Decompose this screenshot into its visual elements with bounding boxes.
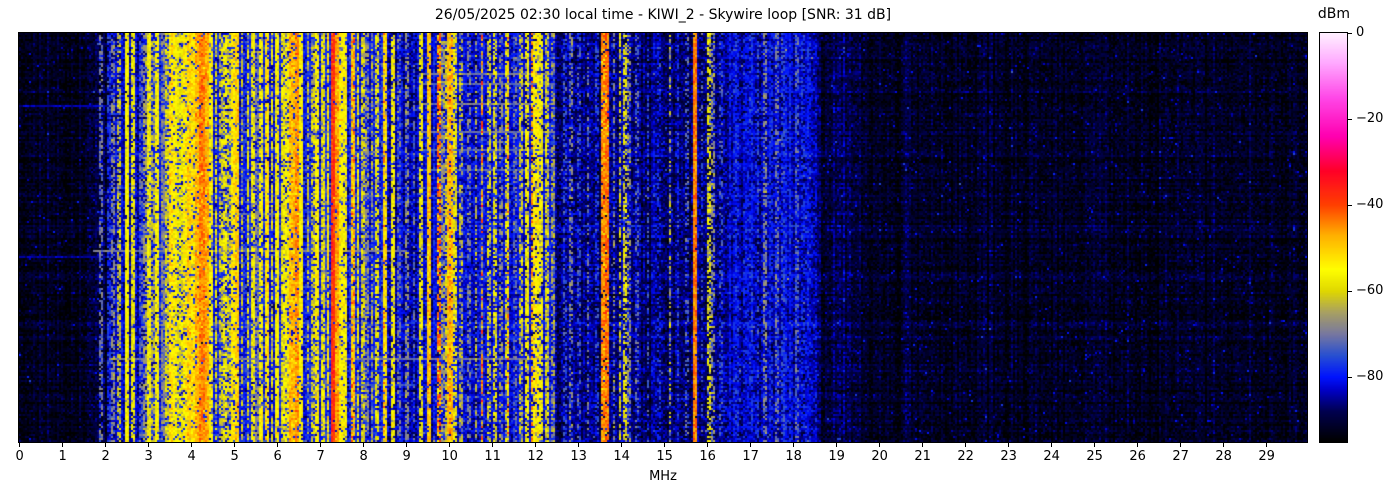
colorbar-tick-label: −60: [1356, 283, 1400, 298]
x-axis-label: MHz: [613, 469, 713, 484]
x-tick-label: 12: [519, 449, 553, 464]
x-tick-mark: [621, 442, 622, 447]
x-tick-label: 28: [1207, 449, 1241, 464]
x-tick-label: 9: [390, 449, 424, 464]
x-tick-mark: [406, 442, 407, 447]
x-tick-label: 2: [89, 449, 123, 464]
x-tick-label: 10: [433, 449, 467, 464]
colorbar-tick-label: −40: [1356, 197, 1400, 212]
x-tick-mark: [1223, 442, 1224, 447]
colorbar-tick-mark: [1347, 291, 1352, 292]
waterfall-plot: [18, 32, 1308, 443]
x-tick-mark: [793, 442, 794, 447]
x-tick-label: 26: [1121, 449, 1155, 464]
x-tick-mark: [879, 442, 880, 447]
x-tick-label: 22: [949, 449, 983, 464]
x-tick-mark: [1008, 442, 1009, 447]
x-tick-mark: [191, 442, 192, 447]
colorbar-tick-mark: [1347, 33, 1352, 34]
x-tick-label: 24: [1035, 449, 1069, 464]
x-tick-mark: [62, 442, 63, 447]
x-tick-label: 16: [691, 449, 725, 464]
x-tick-mark: [277, 442, 278, 447]
x-tick-mark: [750, 442, 751, 447]
x-tick-label: 17: [734, 449, 768, 464]
x-tick-label: 27: [1164, 449, 1198, 464]
waterfall-heatmap: [19, 33, 1307, 442]
x-tick-mark: [535, 442, 536, 447]
x-tick-mark: [492, 442, 493, 447]
colorbar-gradient: [1320, 33, 1347, 442]
x-tick-label: 5: [218, 449, 252, 464]
x-tick-label: 7: [304, 449, 338, 464]
x-tick-label: 1: [46, 449, 80, 464]
x-tick-label: 18: [777, 449, 811, 464]
x-tick-label: 20: [863, 449, 897, 464]
x-tick-mark: [664, 442, 665, 447]
x-tick-mark: [449, 442, 450, 447]
chart-title: 26/05/2025 02:30 local time - KIWI_2 - S…: [18, 7, 1308, 23]
colorbar-tick-mark: [1347, 377, 1352, 378]
spectrogram-figure: 26/05/2025 02:30 local time - KIWI_2 - S…: [0, 0, 1400, 500]
x-tick-label: 11: [476, 449, 510, 464]
colorbar-tick-label: 0: [1356, 25, 1400, 40]
colorbar-tick-label: −20: [1356, 111, 1400, 126]
x-tick-mark: [1051, 442, 1052, 447]
x-tick-mark: [105, 442, 106, 447]
x-tick-label: 25: [1078, 449, 1112, 464]
x-tick-label: 21: [906, 449, 940, 464]
x-tick-label: 14: [605, 449, 639, 464]
x-tick-mark: [965, 442, 966, 447]
x-tick-label: 15: [648, 449, 682, 464]
x-tick-mark: [922, 442, 923, 447]
colorbar: [1319, 32, 1348, 443]
x-tick-mark: [234, 442, 235, 447]
x-tick-label: 23: [992, 449, 1026, 464]
x-tick-label: 4: [175, 449, 209, 464]
x-tick-label: 3: [132, 449, 166, 464]
x-tick-mark: [707, 442, 708, 447]
x-tick-mark: [1180, 442, 1181, 447]
x-tick-label: 13: [562, 449, 596, 464]
x-tick-mark: [578, 442, 579, 447]
x-tick-mark: [1266, 442, 1267, 447]
x-tick-mark: [363, 442, 364, 447]
x-tick-mark: [19, 442, 20, 447]
x-tick-label: 8: [347, 449, 381, 464]
x-tick-label: 6: [261, 449, 295, 464]
colorbar-tick-mark: [1347, 205, 1352, 206]
x-tick-mark: [320, 442, 321, 447]
x-tick-label: 0: [3, 449, 37, 464]
x-tick-mark: [148, 442, 149, 447]
x-tick-mark: [1137, 442, 1138, 447]
x-tick-label: 19: [820, 449, 854, 464]
colorbar-tick-label: −80: [1356, 369, 1400, 384]
x-tick-mark: [1094, 442, 1095, 447]
colorbar-unit-label: dBm: [1303, 6, 1365, 22]
colorbar-tick-mark: [1347, 119, 1352, 120]
x-tick-mark: [836, 442, 837, 447]
x-tick-label: 29: [1250, 449, 1284, 464]
